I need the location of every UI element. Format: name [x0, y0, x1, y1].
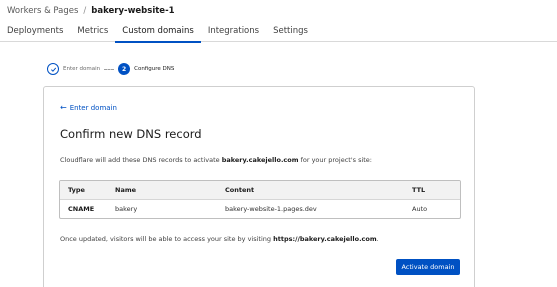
tab-bar: Deployments Metrics Custom domains Integ… — [0, 26, 315, 43]
table-row: CNAME bakery bakery-website-1.pages.dev … — [60, 200, 460, 218]
dns-description: Cloudflare will add these DNS records to… — [60, 156, 460, 164]
step-connector — [104, 68, 115, 70]
tab-integrations[interactable]: Integrations — [201, 26, 266, 42]
cell-ttl: Auto — [412, 205, 428, 213]
back-link-label: Enter domain — [69, 103, 117, 112]
arrow-left-icon: ← — [60, 103, 67, 112]
access-note: Once updated, visitors will be able to a… — [60, 235, 460, 243]
header-name: Name — [115, 186, 137, 194]
footer-suffix: . — [376, 235, 379, 243]
description-domain: bakery.cakejello.com — [221, 156, 299, 164]
top-bar: Workers & Pages / bakery-website-1 Deplo… — [0, 0, 557, 43]
step-configure-dns-label: Configure DNS — [134, 66, 175, 72]
breadcrumb-current: bakery-website-1 — [91, 6, 175, 16]
breadcrumb-parent[interactable]: Workers & Pages — [7, 6, 78, 16]
page-title: Confirm new DNS record — [60, 127, 202, 141]
tab-deployments[interactable]: Deployments — [0, 26, 70, 42]
description-suffix: for your project's site: — [298, 156, 372, 164]
cell-name: bakery — [115, 205, 138, 213]
back-link[interactable]: ← Enter domain — [60, 103, 117, 112]
cell-content: bakery-website-1.pages.dev — [225, 205, 317, 213]
dns-records-table: Type Name Content TTL CNAME bakery baker… — [59, 180, 461, 219]
step-enter-domain-label: Enter domain — [63, 66, 101, 72]
footer-url: https://bakery.cakejello.com — [273, 235, 377, 243]
table-header-row: Type Name Content TTL — [60, 181, 460, 200]
tab-metrics[interactable]: Metrics — [70, 26, 115, 42]
footer-prefix: Once updated, visitors will be able to a… — [60, 235, 274, 243]
check-icon — [47, 63, 59, 75]
tab-settings[interactable]: Settings — [266, 26, 315, 42]
breadcrumb: Workers & Pages / bakery-website-1 — [7, 5, 175, 17]
activate-domain-button[interactable]: Activate domain — [396, 259, 460, 275]
header-ttl: TTL — [412, 186, 426, 194]
header-type: Type — [68, 186, 85, 194]
cell-type: CNAME — [68, 205, 95, 213]
step-number-badge: 2 — [118, 63, 131, 75]
description-prefix: Cloudflare will add these DNS records to… — [60, 156, 222, 164]
confirm-dns-card: ← Enter domain Confirm new DNS record Cl… — [43, 86, 475, 287]
header-content: Content — [225, 186, 255, 194]
tab-custom-domains[interactable]: Custom domains — [115, 26, 201, 43]
wizard-stepper: Enter domain 2 Configure DNS — [47, 62, 174, 76]
breadcrumb-separator: / — [83, 6, 87, 16]
